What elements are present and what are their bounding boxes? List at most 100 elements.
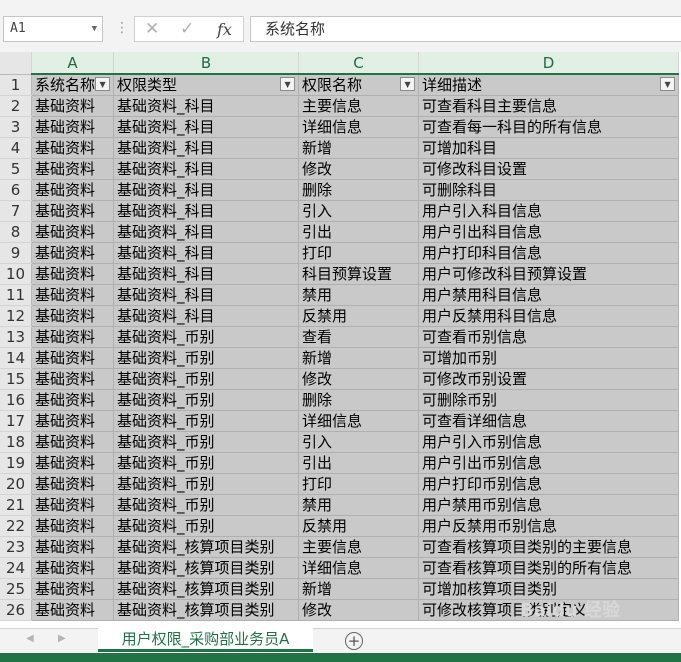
table-cell[interactable]: 引出	[298, 452, 420, 474]
table-cell[interactable]: 基础资料	[31, 95, 115, 117]
table-cell[interactable]: 可查看详细信息	[418, 410, 680, 432]
row-header[interactable]: 15	[0, 368, 32, 390]
table-cell[interactable]: 可查看科目主要信息	[418, 95, 680, 117]
row-header[interactable]: 7	[0, 200, 32, 222]
table-cell[interactable]: 基础资料	[31, 137, 115, 159]
table-cell[interactable]: 修改	[298, 599, 420, 621]
table-cell[interactable]: 基础资料	[31, 410, 115, 432]
row-header[interactable]: 24	[0, 557, 32, 579]
header-cell-permission-name[interactable]: 权限名称 ▼	[298, 74, 420, 96]
table-cell[interactable]: 基础资料_科目	[113, 179, 300, 201]
row-header[interactable]: 26	[0, 599, 32, 621]
table-cell[interactable]: 修改	[298, 368, 420, 390]
insert-function-icon[interactable]: fx	[217, 20, 232, 39]
filter-dropdown-icon[interactable]: ▼	[400, 77, 416, 91]
table-cell[interactable]: 用户反禁用科目信息	[418, 305, 680, 327]
column-header-b[interactable]: B	[113, 52, 300, 75]
table-cell[interactable]: 基础资料_科目	[113, 137, 300, 159]
table-cell[interactable]: 基础资料_核算项目类别	[113, 536, 300, 558]
table-cell[interactable]: 基础资料	[31, 326, 115, 348]
table-cell[interactable]: 基础资料	[31, 305, 115, 327]
row-header[interactable]: 21	[0, 494, 32, 516]
table-cell[interactable]: 用户引入科目信息	[418, 200, 680, 222]
table-cell[interactable]: 科目预算设置	[298, 263, 420, 285]
table-cell[interactable]: 基础资料	[31, 578, 115, 600]
table-cell[interactable]: 可修改科目设置	[418, 158, 680, 180]
header-cell-description[interactable]: 详细描述 ▼	[418, 74, 680, 96]
row-header[interactable]: 5	[0, 158, 32, 180]
table-cell[interactable]: 主要信息	[298, 536, 420, 558]
row-header[interactable]: 19	[0, 452, 32, 474]
table-cell[interactable]: 用户反禁用币别信息	[418, 515, 680, 537]
table-cell[interactable]: 用户打印科目信息	[418, 242, 680, 264]
table-cell[interactable]: 用户引出币别信息	[418, 452, 680, 474]
table-cell[interactable]: 基础资料	[31, 389, 115, 411]
table-cell[interactable]: 新增	[298, 578, 420, 600]
table-cell[interactable]: 可修改币别设置	[418, 368, 680, 390]
table-cell[interactable]: 基础资料_科目	[113, 158, 300, 180]
table-cell[interactable]: 打印	[298, 242, 420, 264]
table-cell[interactable]: 详细信息	[298, 557, 420, 579]
row-header[interactable]: 14	[0, 347, 32, 369]
table-cell[interactable]: 可查看核算项目类别的主要信息	[418, 536, 680, 558]
column-header-d[interactable]: D	[418, 52, 680, 75]
row-header[interactable]: 18	[0, 431, 32, 453]
table-cell[interactable]: 用户引出科目信息	[418, 221, 680, 243]
chevron-down-icon[interactable]: ▼	[92, 17, 97, 41]
table-cell[interactable]: 基础资料_币别	[113, 389, 300, 411]
table-cell[interactable]: 禁用	[298, 284, 420, 306]
table-cell[interactable]: 引入	[298, 431, 420, 453]
table-cell[interactable]: 基础资料_币别	[113, 473, 300, 495]
table-cell[interactable]: 可查看每一科目的所有信息	[418, 116, 680, 138]
table-cell[interactable]: 基础资料_科目	[113, 116, 300, 138]
table-cell[interactable]: 新增	[298, 137, 420, 159]
row-header[interactable]: 10	[0, 263, 32, 285]
row-header[interactable]: 23	[0, 536, 32, 558]
table-cell[interactable]: 查看	[298, 326, 420, 348]
enter-icon[interactable]: ✓	[180, 19, 194, 39]
table-cell[interactable]: 基础资料	[31, 179, 115, 201]
table-cell[interactable]: 用户可修改科目预算设置	[418, 263, 680, 285]
cancel-icon[interactable]: ✕	[145, 19, 159, 39]
table-cell[interactable]: 新增	[298, 347, 420, 369]
row-header[interactable]: 8	[0, 221, 32, 243]
table-cell[interactable]: 用户禁用科目信息	[418, 284, 680, 306]
table-cell[interactable]: 基础资料	[31, 431, 115, 453]
table-cell[interactable]: 基础资料_币别	[113, 515, 300, 537]
row-header[interactable]: 9	[0, 242, 32, 264]
column-header-a[interactable]: A	[31, 52, 115, 75]
table-cell[interactable]: 基础资料_币别	[113, 410, 300, 432]
row-header[interactable]: 3	[0, 116, 32, 138]
table-cell[interactable]: 打印	[298, 473, 420, 495]
table-cell[interactable]: 基础资料_币别	[113, 368, 300, 390]
table-cell[interactable]: 基础资料	[31, 452, 115, 474]
column-header-c[interactable]: C	[298, 52, 420, 75]
table-cell[interactable]: 修改	[298, 158, 420, 180]
row-header[interactable]: 13	[0, 326, 32, 348]
table-cell[interactable]: 基础资料_核算项目类别	[113, 578, 300, 600]
table-cell[interactable]: 基础资料	[31, 242, 115, 264]
row-header[interactable]: 16	[0, 389, 32, 411]
table-cell[interactable]: 禁用	[298, 494, 420, 516]
table-cell[interactable]: 可增加科目	[418, 137, 680, 159]
table-cell[interactable]: 基础资料_科目	[113, 305, 300, 327]
table-cell[interactable]: 详细信息	[298, 116, 420, 138]
table-cell[interactable]: 基础资料_科目	[113, 284, 300, 306]
row-header[interactable]: 1	[0, 74, 32, 96]
table-cell[interactable]: 基础资料_币别	[113, 326, 300, 348]
table-cell[interactable]: 基础资料	[31, 515, 115, 537]
table-cell[interactable]: 基础资料	[31, 536, 115, 558]
table-cell[interactable]: 基础资料	[31, 494, 115, 516]
table-cell[interactable]: 基础资料_科目	[113, 221, 300, 243]
table-cell[interactable]: 用户引入币别信息	[418, 431, 680, 453]
table-cell[interactable]: 基础资料	[31, 200, 115, 222]
sheet-tab-active[interactable]: 用户权限_采购部业务员A	[98, 628, 313, 652]
table-cell[interactable]: 基础资料	[31, 158, 115, 180]
table-cell[interactable]: 基础资料_科目	[113, 200, 300, 222]
table-cell[interactable]: 引入	[298, 200, 420, 222]
header-cell-permission-type[interactable]: 权限类型 ▼	[113, 74, 300, 96]
row-header[interactable]: 2	[0, 95, 32, 117]
table-cell[interactable]: 可查看币别信息	[418, 326, 680, 348]
table-cell[interactable]: 基础资料	[31, 221, 115, 243]
row-header[interactable]: 11	[0, 284, 32, 306]
